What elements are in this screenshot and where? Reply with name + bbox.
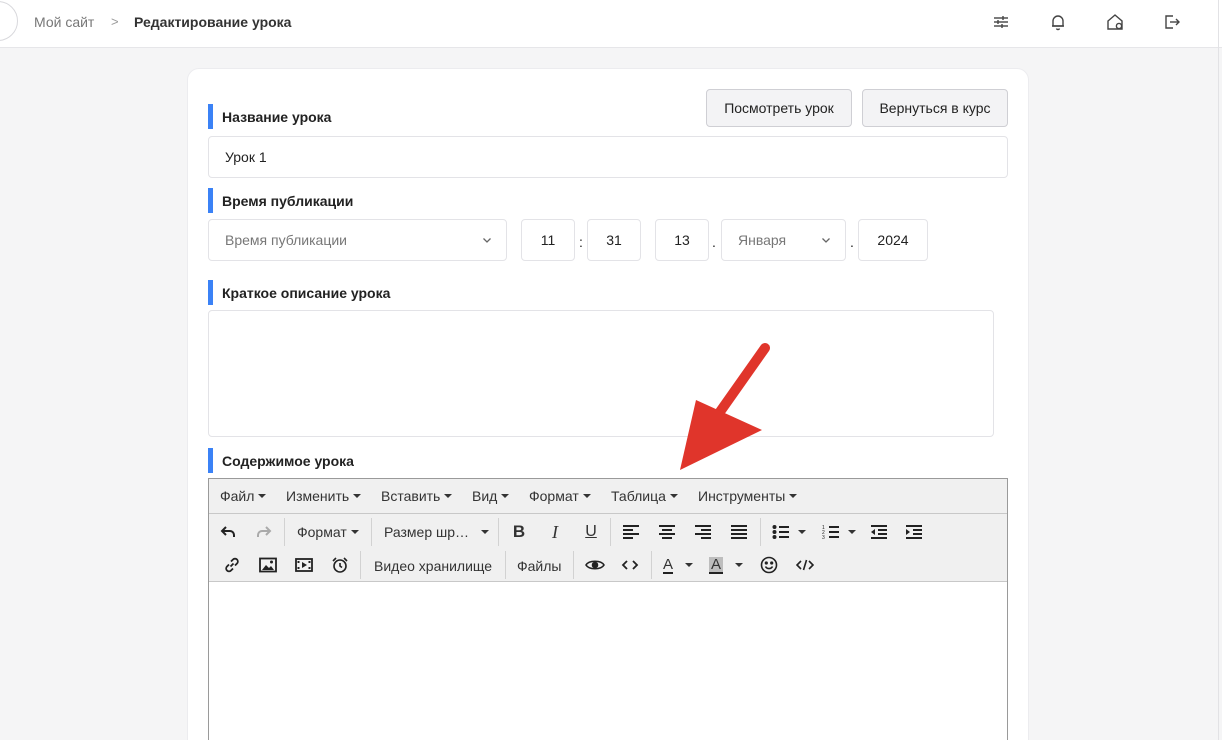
date-separator: . bbox=[712, 234, 716, 250]
lesson-name-label: Название урока bbox=[208, 104, 331, 129]
day-input[interactable]: 13 bbox=[655, 219, 709, 261]
editor-toolbar: Формат Размер шр… B I U 123 Видео хранил… bbox=[209, 514, 1007, 582]
menu-table-label: Таблица bbox=[611, 488, 666, 504]
avatar[interactable] bbox=[0, 1, 18, 41]
menu-table[interactable]: Таблица bbox=[611, 488, 678, 504]
hour-input[interactable]: 11 bbox=[521, 219, 575, 261]
chevron-down-icon bbox=[822, 238, 830, 243]
menu-file-label: Файл bbox=[220, 488, 255, 504]
indent-icon[interactable] bbox=[903, 519, 925, 545]
minute-input[interactable]: 31 bbox=[587, 219, 641, 261]
breadcrumb-home-link[interactable]: Мой сайт bbox=[34, 13, 94, 31]
bold-icon[interactable]: B bbox=[508, 519, 530, 545]
redo-icon[interactable] bbox=[253, 519, 275, 545]
image-icon[interactable] bbox=[257, 552, 279, 578]
menu-insert[interactable]: Вставить bbox=[381, 488, 453, 504]
bullet-list-icon[interactable] bbox=[768, 519, 810, 545]
menu-insert-label: Вставить bbox=[381, 488, 441, 504]
breadcrumb-current: Редактирование урока bbox=[134, 14, 292, 30]
preview-eye-icon[interactable] bbox=[583, 552, 607, 578]
editor-content-area[interactable] bbox=[209, 583, 1007, 740]
code-icon[interactable] bbox=[619, 552, 641, 578]
emoji-icon[interactable] bbox=[758, 552, 780, 578]
align-justify-icon[interactable] bbox=[728, 519, 750, 545]
menu-edit-label: Изменить bbox=[286, 488, 350, 504]
background-color-icon[interactable]: A bbox=[705, 552, 747, 578]
svg-text:3: 3 bbox=[822, 535, 825, 540]
short-description-label: Краткое описание урока bbox=[208, 280, 390, 305]
link-icon[interactable] bbox=[221, 552, 243, 578]
menu-view-label: Вид bbox=[472, 488, 498, 504]
lesson-content-label: Содержимое урока bbox=[208, 448, 354, 473]
menu-format-label: Формат bbox=[529, 488, 579, 504]
format-dropdown-label: Формат bbox=[297, 524, 347, 540]
time-separator: : bbox=[579, 234, 583, 250]
back-to-course-button[interactable]: Вернуться в курс bbox=[862, 89, 1008, 127]
breadcrumb-separator: > bbox=[111, 14, 119, 29]
video-storage-button[interactable]: Видео хранилище bbox=[374, 558, 492, 574]
bell-icon[interactable] bbox=[1048, 12, 1068, 32]
numbered-list-icon[interactable]: 123 bbox=[818, 519, 860, 545]
date-separator: . bbox=[850, 234, 854, 250]
page-edge-divider bbox=[1218, 0, 1219, 740]
view-lesson-button[interactable]: Посмотреть урок bbox=[706, 89, 852, 127]
rich-text-editor: Файл Изменить Вставить Вид Формат Таблиц… bbox=[208, 478, 1008, 740]
font-size-dropdown-label: Размер шр… bbox=[384, 524, 470, 540]
menu-format[interactable]: Формат bbox=[529, 488, 591, 504]
top-bar: Мой сайт > Редактирование урока bbox=[0, 0, 1222, 48]
publication-time-select[interactable]: Время публикации bbox=[208, 219, 507, 261]
source-code-icon[interactable] bbox=[794, 552, 816, 578]
media-icon[interactable] bbox=[293, 552, 315, 578]
chevron-down-icon bbox=[483, 238, 491, 243]
align-left-icon[interactable] bbox=[620, 519, 642, 545]
alarm-clock-icon[interactable] bbox=[329, 552, 351, 578]
italic-icon[interactable]: I bbox=[544, 519, 566, 545]
undo-icon[interactable] bbox=[217, 519, 239, 545]
home-settings-icon[interactable] bbox=[1105, 12, 1125, 32]
text-color-icon[interactable]: A bbox=[657, 552, 699, 578]
menu-file[interactable]: Файл bbox=[220, 488, 267, 504]
underline-icon[interactable]: U bbox=[580, 519, 602, 545]
align-right-icon[interactable] bbox=[692, 519, 714, 545]
month-select-value: Января bbox=[738, 232, 787, 248]
editor-menubar: Файл Изменить Вставить Вид Формат Таблиц… bbox=[209, 479, 1007, 514]
menu-tools[interactable]: Инструменты bbox=[698, 488, 798, 504]
outdent-icon[interactable] bbox=[868, 519, 890, 545]
logout-icon[interactable] bbox=[1162, 12, 1182, 32]
menu-edit[interactable]: Изменить bbox=[286, 488, 362, 504]
align-center-icon[interactable] bbox=[656, 519, 678, 545]
font-size-dropdown[interactable]: Размер шр… bbox=[384, 524, 490, 540]
month-select[interactable]: Января bbox=[721, 219, 846, 261]
lesson-name-input[interactable]: Урок 1 bbox=[208, 136, 1008, 178]
sliders-icon[interactable] bbox=[991, 12, 1011, 32]
year-input[interactable]: 2024 bbox=[858, 219, 928, 261]
publication-time-label: Время публикации bbox=[208, 188, 353, 213]
menu-view[interactable]: Вид bbox=[472, 488, 510, 504]
short-description-textarea[interactable] bbox=[208, 310, 994, 437]
menu-tools-label: Инструменты bbox=[698, 488, 786, 504]
files-button[interactable]: Файлы bbox=[517, 558, 561, 574]
publication-time-select-value: Время публикации bbox=[225, 232, 348, 248]
red-arrow-annotation bbox=[680, 343, 770, 470]
format-dropdown[interactable]: Формат bbox=[297, 524, 359, 540]
